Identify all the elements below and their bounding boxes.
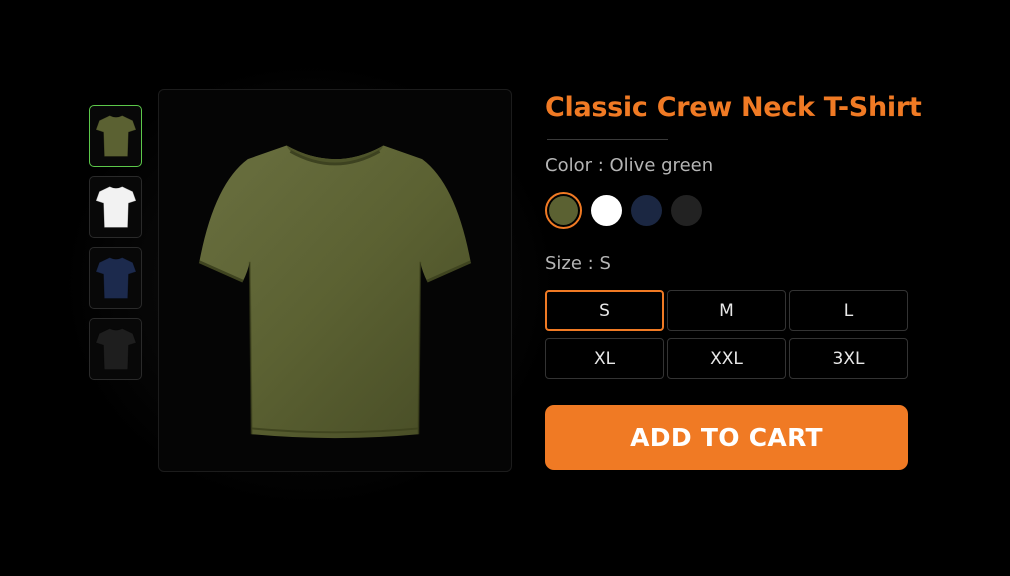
color-label: Color : Olive green: [545, 155, 945, 176]
size-option-xl[interactable]: XL: [545, 338, 664, 379]
tshirt-white-icon: [94, 186, 137, 228]
tshirt-black-icon: [94, 328, 137, 370]
thumbnail-olive[interactable]: [89, 105, 142, 167]
size-option-m[interactable]: M: [667, 290, 786, 331]
swatch-black[interactable]: [671, 195, 702, 226]
title-divider: [547, 139, 668, 140]
size-option-l[interactable]: L: [789, 290, 908, 331]
size-selected-value: S: [599, 253, 611, 274]
thumbnail-navy[interactable]: [89, 247, 142, 309]
color-swatches: [545, 192, 945, 229]
swatch-olive-green[interactable]: [545, 192, 582, 229]
thumbnail-white[interactable]: [89, 176, 142, 238]
product-details: Classic Crew Neck T-Shirt Color : Olive …: [545, 92, 945, 470]
size-option-s[interactable]: S: [545, 290, 664, 331]
color-selected-value: Olive green: [609, 155, 714, 176]
product-image: [158, 89, 512, 472]
size-options: S M L XL XXL 3XL: [545, 290, 945, 379]
tshirt-navy-icon: [94, 257, 137, 299]
product-title: Classic Crew Neck T-Shirt: [545, 92, 922, 123]
thumbnail-list: [89, 105, 144, 389]
size-option-xxl[interactable]: XXL: [667, 338, 786, 379]
add-to-cart-button[interactable]: ADD TO CART: [545, 405, 908, 470]
tshirt-olive-icon: [94, 115, 137, 157]
color-label-prefix: Color :: [545, 155, 610, 176]
swatch-white[interactable]: [591, 195, 622, 226]
size-option-3xl[interactable]: 3XL: [789, 338, 908, 379]
tshirt-icon: [198, 145, 472, 438]
size-label: Size : S: [545, 253, 945, 274]
swatch-navy[interactable]: [631, 195, 662, 226]
thumbnail-black[interactable]: [89, 318, 142, 380]
size-label-prefix: Size :: [545, 253, 600, 274]
product-page: Classic Crew Neck T-Shirt Color : Olive …: [0, 0, 1010, 576]
